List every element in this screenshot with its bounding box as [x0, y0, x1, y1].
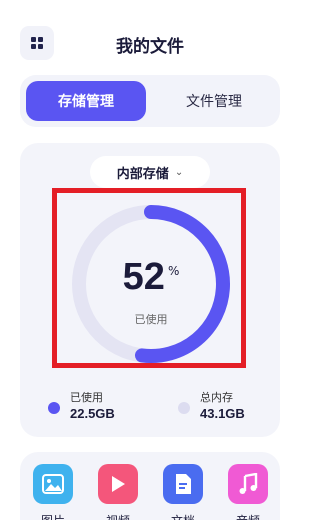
tab-file-management[interactable]: 文件管理: [154, 81, 274, 121]
legend-total-label: 总内存: [200, 391, 233, 404]
storage-selector-label: 内部存储: [116, 166, 169, 182]
category-documents[interactable]: 文档: [163, 464, 203, 520]
page-title: 我的文件: [116, 37, 184, 57]
category-audio[interactable]: 音频: [228, 464, 268, 520]
storage-selector[interactable]: 内部存储 ⌄: [90, 156, 210, 188]
highlight-box: [52, 188, 246, 368]
header: 我的文件: [0, 24, 300, 64]
category-label: 音频: [228, 512, 268, 520]
chevron-down-icon: ⌄: [174, 166, 184, 178]
category-label: 图片: [33, 512, 73, 520]
category-grid: 图片 视频 文档 音频: [20, 452, 280, 520]
category-images[interactable]: 图片: [33, 464, 73, 520]
legend-total-dot: [178, 402, 190, 414]
music-note-icon: [228, 464, 268, 504]
legend-used-label: 已使用: [70, 391, 103, 404]
legend-used-dot: [48, 402, 60, 414]
tab-storage-management[interactable]: 存储管理: [26, 81, 146, 121]
category-videos[interactable]: 视频: [98, 464, 138, 520]
tab-bar: 存储管理 文件管理: [20, 75, 280, 127]
legend-used-value: 22.5GB: [70, 406, 115, 421]
category-label: 视频: [98, 512, 138, 520]
image-icon: [33, 464, 73, 504]
document-icon: [163, 464, 203, 504]
play-icon: [98, 464, 138, 504]
category-label: 文档: [163, 512, 203, 520]
legend-total-value: 43.1GB: [200, 406, 245, 421]
